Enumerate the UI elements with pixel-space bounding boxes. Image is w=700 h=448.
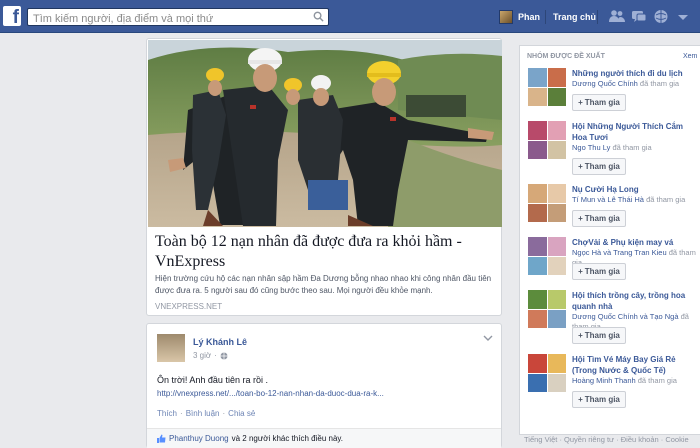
joined-text: đã tham gia <box>637 79 680 88</box>
post-link[interactable]: http://vnexpress.net/.../toan-bo-12-nan-… <box>157 389 384 398</box>
friend-requests-icon[interactable] <box>609 9 625 24</box>
chevron-down-icon[interactable] <box>483 334 493 342</box>
group-thumbnail[interactable] <box>528 121 566 159</box>
likes-text: và 2 người khác thích điều này. <box>231 434 344 443</box>
see-all-link[interactable]: Xem <box>683 53 697 60</box>
suggested-groups-panel: NHÓM ĐƯỢC ĐỀ XUẤT Xem Những người thích … <box>519 45 700 435</box>
left-sidebar <box>0 34 138 446</box>
post-author-avatar[interactable] <box>157 334 185 362</box>
suggested-group: Nụ Cười Hạ Long Tí Mun và Lê Thái Hà đã … <box>528 184 700 227</box>
home-link[interactable]: Trang chủ <box>553 12 596 22</box>
group-thumbnail[interactable] <box>528 290 566 328</box>
suggested-group: Những người thích đi du lịch Dương Quốc … <box>528 68 700 111</box>
liker-name[interactable]: Phanthuy Duong <box>169 434 229 443</box>
separator: · <box>180 409 183 418</box>
plus-icon: + <box>578 98 583 107</box>
group-thumbnail[interactable] <box>528 354 566 392</box>
profile-name: Phan <box>518 12 541 22</box>
messages-icon[interactable] <box>631 9 647 24</box>
join-button-label: Tham gia <box>584 267 620 276</box>
post-actions: Thích · Bình luận · Chia sẻ <box>157 409 255 418</box>
join-button-label: Tham gia <box>584 98 620 107</box>
nav-divider <box>597 10 598 24</box>
member-names[interactable]: Hoàng Minh Thanh <box>572 376 636 385</box>
separator: · <box>222 409 226 418</box>
suggested-group: Hội Tìm Vé Máy Bay Giá Rẻ (Trong Nước & … <box>528 354 700 408</box>
comment-button[interactable]: Bình luận <box>186 409 220 418</box>
shared-link-card[interactable]: Toàn bộ 12 nạn nhân đã được đưa ra khỏi … <box>146 38 502 316</box>
member-names[interactable]: Ngo Thu Ly <box>572 143 610 152</box>
story-photo[interactable] <box>148 40 502 227</box>
group-name[interactable]: Hội Tìm Vé Máy Bay Giá Rẻ (Trong Nước & … <box>572 354 700 376</box>
member-names[interactable]: Ngọc Hà và Trang Tran Kieu <box>572 248 667 257</box>
suggested-group: Hội thích trồng cây, trồng hoa quanh nhà… <box>528 290 700 344</box>
join-group-button[interactable]: + Tham gia <box>572 391 626 408</box>
member-names[interactable]: Dương Quốc Chính và Tạo Ngà <box>572 312 679 321</box>
join-button-label: Tham gia <box>584 331 620 340</box>
joined-text: đã tham gia <box>643 195 686 204</box>
story-description: Hiện trường cứu hộ các nạn nhân sập hầm … <box>155 274 492 295</box>
member-names[interactable]: Dương Quốc Chính <box>572 79 638 88</box>
group-name[interactable]: ChợVải & Phụ kiện may vá <box>572 237 700 248</box>
footer-links[interactable]: Tiếng Việt · Quyền riêng tư · Điều khoản… <box>524 435 689 444</box>
thumbs-up-icon <box>157 434 166 443</box>
group-thumbnail[interactable] <box>528 237 566 275</box>
member-names[interactable]: Tí Mun và Lê Thái Hà <box>572 195 644 204</box>
join-group-button[interactable]: + Tham gia <box>572 94 626 111</box>
search-box[interactable] <box>27 8 329 27</box>
story-source: VNEXPRESS.NET <box>155 302 223 311</box>
join-button-label: Tham gia <box>584 214 620 223</box>
group-thumbnail[interactable] <box>528 184 566 222</box>
globe-icon <box>220 352 228 359</box>
rescue-workers-photo <box>148 40 502 227</box>
group-name[interactable]: Hội Những Người Thích Cắm Hoa Tươi <box>572 121 700 143</box>
avatar <box>499 10 513 24</box>
joined-text: đã tham gia <box>610 143 652 152</box>
section-title: NHÓM ĐƯỢC ĐỀ XUẤT <box>527 53 605 60</box>
separator: · <box>214 351 217 360</box>
post-timestamp[interactable]: 3 giờ <box>193 351 211 360</box>
plus-icon: + <box>578 331 583 340</box>
join-button-label: Tham gia <box>584 162 620 171</box>
likes-summary: Phanthuy Duong và 2 người khác thích điề… <box>147 428 501 448</box>
join-group-button[interactable]: + Tham gia <box>572 210 626 227</box>
post-meta: 3 giờ · <box>193 351 228 360</box>
join-group-button[interactable]: + Tham gia <box>572 327 626 344</box>
nav-divider <box>545 10 546 24</box>
group-name[interactable]: Những người thích đi du lịch <box>572 68 700 79</box>
profile-link[interactable]: Phan <box>499 9 540 25</box>
group-name[interactable]: Nụ Cười Hạ Long <box>572 184 700 195</box>
plus-icon: + <box>578 162 583 171</box>
join-group-button[interactable]: + Tham gia <box>572 158 626 175</box>
settings-icon[interactable] <box>675 9 691 24</box>
join-group-button[interactable]: + Tham gia <box>572 263 626 280</box>
search-icon[interactable] <box>313 11 324 22</box>
notifications-icon[interactable] <box>653 9 669 24</box>
plus-icon: + <box>578 214 583 223</box>
group-name[interactable]: Hội thích trồng cây, trồng hoa quanh nhà <box>572 290 700 312</box>
plus-icon: + <box>578 267 583 276</box>
facebook-logo[interactable]: f <box>3 6 21 26</box>
post-author-name[interactable]: Lý Khánh Lê <box>193 337 247 347</box>
share-button[interactable]: Chia sẻ <box>228 409 255 418</box>
suggested-group: ChợVải & Phụ kiện may vá Ngọc Hà và Tran… <box>528 237 700 280</box>
news-feed-post: Lý Khánh Lê 3 giờ · Ôn trời! Anh đầu tiê… <box>146 323 502 448</box>
joined-text: đã tham gia <box>635 376 677 385</box>
search-input[interactable] <box>28 11 308 27</box>
suggested-group: Hội Những Người Thích Cắm Hoa Tươi Ngo T… <box>528 121 700 175</box>
plus-icon: + <box>578 395 583 404</box>
join-button-label: Tham gia <box>584 395 620 404</box>
post-text: Ôn trời! Anh đầu tiên ra rồi . <box>157 375 268 385</box>
group-thumbnail[interactable] <box>528 68 566 106</box>
top-navigation-bar: f Phan Trang chủ <box>0 0 700 33</box>
story-headline[interactable]: Toàn bộ 12 nạn nhân đã được đưa ra khỏi … <box>155 232 495 272</box>
like-button[interactable]: Thích <box>157 409 177 418</box>
